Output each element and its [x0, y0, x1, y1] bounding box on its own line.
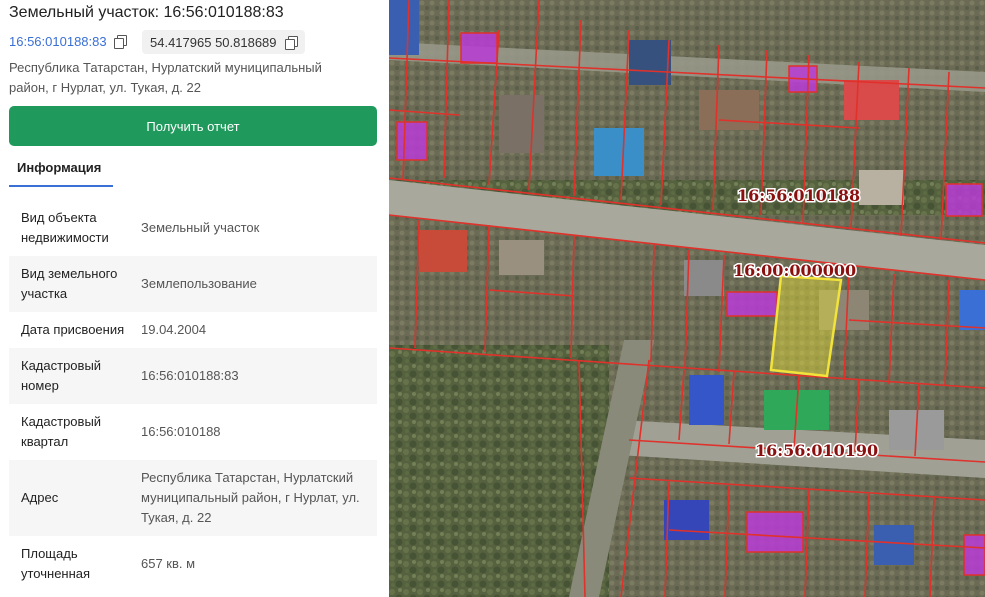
map-building	[746, 511, 804, 553]
map-building	[419, 230, 467, 272]
info-key: Кадастровый квартал	[21, 414, 102, 449]
map-building	[874, 525, 914, 565]
map-building	[396, 121, 428, 161]
info-row: Кадастровый номер 16:56:010188:83	[9, 348, 377, 404]
map-building	[684, 260, 724, 296]
map-label-quarter-010190: 16:56:010190	[755, 441, 878, 460]
info-value: 19.04.2004	[141, 322, 207, 337]
map-label-quarter-010188: 16:56:010188	[737, 186, 860, 205]
info-key: Вид земельного участка	[21, 266, 118, 301]
info-row: Площадь уточненная 657 кв. м	[9, 536, 377, 592]
map-building	[499, 240, 544, 275]
address-line: Республика Татарстан, Нурлатский муницип…	[9, 60, 322, 95]
map-building	[664, 500, 709, 540]
get-report-button[interactable]: Получить отчет	[9, 106, 377, 146]
map-building	[859, 170, 904, 205]
tab-information[interactable]: Информация	[9, 150, 113, 187]
info-value: 16:56:010188:83	[141, 368, 239, 383]
info-row: Кадастровый квартал 16:56:010188	[9, 404, 377, 460]
info-value: Земельный участок	[141, 220, 260, 235]
info-row: Вид земельного участка Землепользование	[9, 256, 377, 312]
info-value: 16:56:010188	[141, 424, 221, 439]
info-value: Республика Татарстан, Нурлатский муницип…	[141, 470, 360, 525]
map-building	[499, 95, 544, 153]
info-table: Вид объекта недвижимости Земельный участ…	[9, 200, 377, 592]
cadastral-number-text[interactable]: 16:56:010188:83	[9, 34, 107, 49]
map-canvas[interactable]: 16:56:010188 16:00:000000 16:56:010190	[389, 0, 985, 597]
map-building	[726, 291, 778, 317]
info-panel: Земельный участок: 16:56:010188:83 16:56…	[0, 0, 389, 597]
info-row: Адрес Республика Татарстан, Нурлатский м…	[9, 460, 377, 536]
copy-icon[interactable]	[113, 35, 127, 49]
info-key: Адрес	[21, 490, 59, 505]
info-key: Вид объекта недвижимости	[21, 210, 109, 245]
info-key: Кадастровый номер	[21, 358, 102, 393]
map-building	[699, 90, 759, 130]
info-value: 657 кв. м	[141, 556, 196, 571]
map-building	[389, 0, 419, 55]
map-building	[844, 80, 899, 120]
map-building	[959, 290, 985, 330]
coordinates-chip[interactable]: 54.417965 50.818689	[142, 30, 305, 54]
info-key: Площадь уточненная	[21, 546, 91, 581]
map-building	[945, 183, 983, 217]
map-label-quarter-000000: 16:00:000000	[733, 261, 856, 280]
map-building	[689, 375, 724, 425]
cadastral-number-link[interactable]: 16:56:010188:83	[9, 34, 127, 49]
cadastral-map[interactable]: 16:56:010188 16:00:000000 16:56:010190	[389, 0, 985, 597]
map-building	[594, 128, 644, 176]
coordinates-text: 54.417965 50.818689	[150, 34, 277, 50]
map-building	[629, 40, 671, 85]
copy-icon[interactable]	[284, 35, 298, 50]
map-building	[460, 32, 498, 64]
info-row: Вид объекта недвижимости Земельный участ…	[9, 200, 377, 256]
info-value: Землепользование	[141, 276, 257, 291]
info-row: Дата присвоения 19.04.2004	[9, 312, 377, 348]
map-building	[963, 534, 985, 576]
info-key: Дата присвоения	[21, 322, 125, 337]
page-title: Земельный участок: 16:56:010188:83	[9, 4, 284, 21]
